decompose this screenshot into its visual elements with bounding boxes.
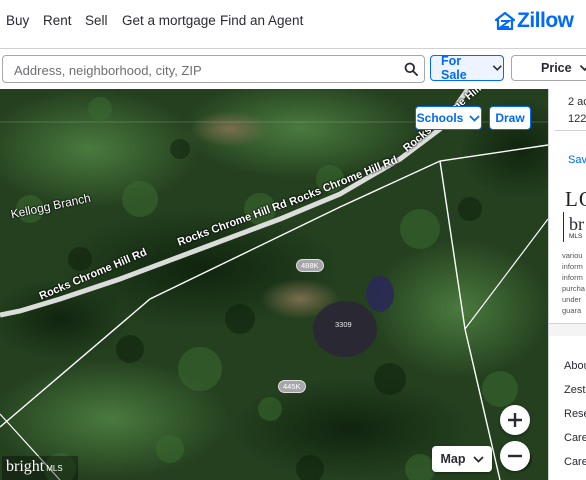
zillow-house-icon [495,12,515,30]
disclaimer-line: inform [562,273,583,282]
lot-number: 3309 [335,320,352,329]
search-input[interactable] [12,59,401,81]
disclaimer-line: under [562,295,582,304]
mls-watermark-text: MLS [46,464,63,473]
footer-link-careers-2[interactable]: Care [564,456,586,468]
nav-find-an-agent-link[interactable]: Find an Agent [220,13,303,28]
schools-label: Schools [416,111,464,125]
disclaimer-line: variou [562,251,583,260]
disclaimer-line: inform [562,262,583,271]
nav-rent-link[interactable]: Rent [43,13,72,28]
price-filter-label: Price [541,61,572,75]
price-filter-button[interactable]: Price [511,55,586,81]
price-marker[interactable]: 488K [296,259,324,272]
nav-get-a-mortgage-link[interactable]: Get a mortgage [122,13,216,28]
panel-divider [555,130,586,131]
price-marker[interactable]: 445K [278,380,306,393]
disclaimer-line: guara [562,306,582,315]
save-link[interactable]: Save [568,154,586,166]
footer-link-about[interactable]: Abou [564,360,586,372]
zillow-logo[interactable]: Zillow [495,9,574,33]
logo-divider [563,212,564,242]
lot-size-text: 2 ac [568,96,586,108]
disclaimer-line: purcha [562,284,585,293]
draw-label: Draw [495,111,525,125]
chevron-down-icon [472,455,484,463]
nav-buy-link[interactable]: Buy [6,13,29,28]
map-canvas[interactable]: Rocks Chrome Hill Rd Rocks Chrome Hill R… [0,89,548,480]
footer-separator [549,323,586,336]
footer-link-research[interactable]: Rese [564,408,586,420]
nav-sell-link[interactable]: Sell [85,13,108,28]
chevron-down-icon [469,114,480,122]
footer-link-careers[interactable]: Care [564,432,586,444]
brokerage-logo: LO [565,187,586,211]
zoom-out-button[interactable] [500,441,530,471]
bright-mls-watermark: bright MLS [2,456,78,480]
schools-button[interactable]: Schools [415,106,482,130]
plus-icon [508,413,522,427]
for-sale-filter-button[interactable]: For Sale [430,54,504,82]
bright-mls-logo-subtext: MLS [569,233,583,240]
bright-mls-logo: br [569,214,584,234]
draw-button[interactable]: Draw [489,106,531,130]
search-filter-bar: For Sale Price [0,49,586,89]
footer-link-zestimates[interactable]: Zesti [564,384,586,396]
for-sale-filter-label: For Sale [441,54,467,82]
chevron-down-icon [493,65,503,71]
minus-icon [508,454,522,458]
address-text: 122 [568,113,586,125]
zillow-logo-text: Zillow [517,9,574,32]
map-type-button[interactable]: Map [432,446,492,472]
bright-watermark-text: bright [6,458,45,475]
listing-details-panel: 2 ac 122 Save LO br MLS variou inform in… [548,89,586,480]
search-icon[interactable] [404,62,418,76]
zoom-in-button[interactable] [500,405,530,435]
top-nav: Buy Rent Sell Get a mortgage Find an Age… [0,0,586,49]
chevron-down-icon [579,65,586,72]
map-type-label: Map [440,452,466,466]
search-box [2,55,425,83]
